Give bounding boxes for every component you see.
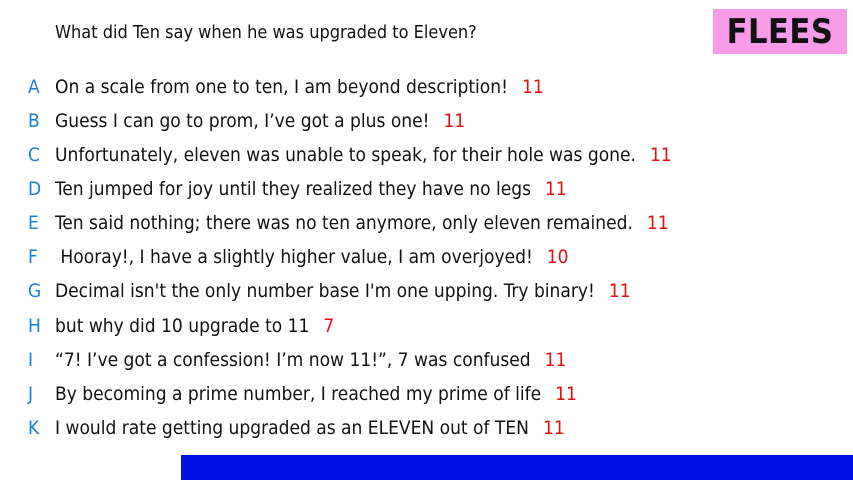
answer-text: “7! I’ve got a confession! I’m now 11!”,… <box>55 349 531 371</box>
answer-score: 11 <box>521 76 544 98</box>
answer-score: 11 <box>443 110 466 132</box>
answer-text: On a scale from one to ten, I am beyond … <box>55 76 508 98</box>
question-title: What did Ten say when he was upgraded to… <box>55 22 477 43</box>
answer-letter: J <box>28 383 34 405</box>
answer-letter: I <box>28 349 34 371</box>
answer-letter: F <box>28 246 38 268</box>
answer-letter: H <box>28 315 41 337</box>
answer-letter: D <box>28 178 42 200</box>
answer-score: 11 <box>545 178 567 200</box>
answer-letter: E <box>28 212 39 234</box>
answer-letter: K <box>28 417 40 439</box>
answer-score: 11 <box>544 349 567 371</box>
answer-letter: B <box>28 110 40 132</box>
answer-letter: C <box>28 144 40 166</box>
answer-text: Unfortunately, eleven was unable to spea… <box>55 144 636 166</box>
answer-score: 11 <box>555 383 577 405</box>
answer-text: but why did 10 upgrade to 11 <box>55 315 310 337</box>
answer-score: 11 <box>542 417 565 439</box>
answer-text: Guess I can go to prom, I’ve got a plus … <box>55 110 430 132</box>
answer-text: Ten jumped for joy until they realized t… <box>55 178 532 200</box>
answer-score: 11 <box>646 212 669 234</box>
logo-text: FLEES <box>726 11 834 52</box>
answer-score: 11 <box>608 280 631 302</box>
answer-text: By becoming a prime number, I reached my… <box>55 383 542 405</box>
answer-text: Ten said nothing; there was no ten anymo… <box>55 212 633 234</box>
answer-score: 7 <box>323 315 335 337</box>
answer-text: Decimal isn't the only number base I'm o… <box>55 280 595 302</box>
answer-text: Hooray!, I have a slightly higher value,… <box>55 246 533 268</box>
bottom-bar <box>181 455 853 480</box>
answer-score: 11 <box>649 144 672 166</box>
answer-letter: A <box>28 76 40 98</box>
answer-score: 10 <box>546 246 569 268</box>
answer-letter: G <box>28 280 42 302</box>
answer-text: I would rate getting upgraded as an ELEV… <box>55 417 529 439</box>
flees-logo: FLEES <box>713 9 847 54</box>
